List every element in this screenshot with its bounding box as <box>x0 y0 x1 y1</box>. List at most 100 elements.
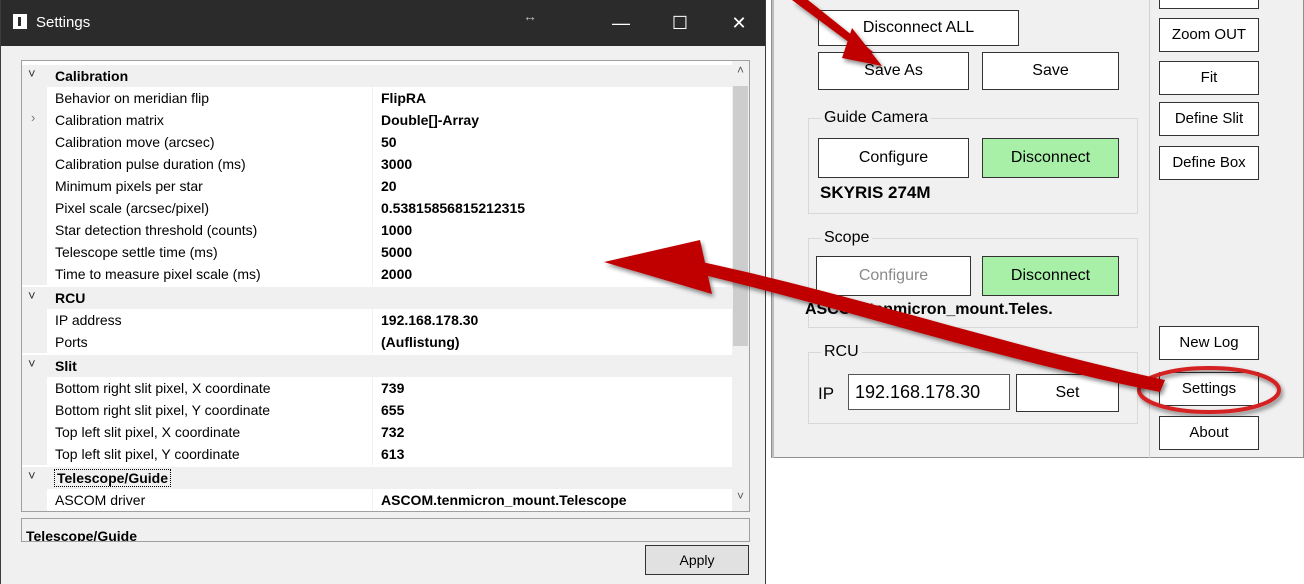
property-row[interactable]: Telescope settle time (ms) 5000 <box>22 241 732 263</box>
property-value[interactable]: Double[]-Array <box>381 112 479 128</box>
property-value[interactable]: 0.53815856815212315 <box>381 200 525 216</box>
disconnect-all-button[interactable]: Disconnect ALL <box>818 10 1019 46</box>
property-name: Bottom right slit pixel, X coordinate <box>55 380 271 396</box>
scroll-thumb[interactable] <box>733 86 748 346</box>
property-name: IP address <box>55 312 122 328</box>
property-row[interactable]: Star detection threshold (counts) 1000 <box>22 219 732 241</box>
property-value[interactable]: 2000 <box>381 266 412 282</box>
save-button[interactable]: Save <box>982 52 1119 90</box>
main-panel: Disconnect ALL Save As Save Guide Camera… <box>771 0 1304 458</box>
property-row[interactable]: Ports (Auflistung) <box>22 331 732 353</box>
title-bar[interactable]: Settings ↔ — ☐ ✕ <box>1 0 765 46</box>
property-row[interactable]: Pixel scale (arcsec/pixel) 0.53815856815… <box>22 197 732 219</box>
property-name: Pixel scale (arcsec/pixel) <box>55 200 210 216</box>
minimize-button[interactable]: — <box>599 8 643 38</box>
property-value[interactable]: 739 <box>381 380 404 396</box>
property-name: Telescope settle time (ms) <box>55 244 218 260</box>
property-value[interactable]: 732 <box>381 424 404 440</box>
property-value[interactable]: ASCOM.tenmicron_mount.Telescope <box>381 492 627 508</box>
property-name: Time to measure pixel scale (ms) <box>55 266 261 282</box>
description-title: Telescope/Guide <box>26 528 137 542</box>
camera-configure-button[interactable]: Configure <box>818 138 969 178</box>
camera-disconnect-button[interactable]: Disconnect <box>982 138 1119 178</box>
property-row[interactable]: Bottom right slit pixel, X coordinate 73… <box>22 377 732 399</box>
scroll-down-icon[interactable]: ˅ <box>732 489 749 503</box>
property-row[interactable]: › Calibration matrix Double[]-Array <box>22 109 732 131</box>
group-label: Guide Camera <box>821 109 932 127</box>
property-row[interactable]: Top left slit pixel, X coordinate 732 <box>22 421 732 443</box>
scope-disconnect-button[interactable]: Disconnect <box>982 256 1119 296</box>
property-value[interactable]: 1000 <box>381 222 412 238</box>
camera-name: SKYRIS 274M <box>820 183 931 202</box>
property-row[interactable]: Top left slit pixel, Y coordinate 613 <box>22 443 732 465</box>
save-as-button[interactable]: Save As <box>818 52 969 90</box>
category-label: Calibration <box>55 68 129 84</box>
description-panel: Telescope/Guide <box>21 518 750 542</box>
property-name: Calibration move (arcsec) <box>55 134 215 150</box>
settings-window: Settings ↔ — ☐ ✕ ˅ Calibration Behavior … <box>0 0 766 584</box>
collapse-icon[interactable]: ˅ <box>28 288 36 303</box>
property-row[interactable]: Bottom right slit pixel, Y coordinate 65… <box>22 399 732 421</box>
vertical-scrollbar[interactable]: ˄ ˅ <box>732 61 749 511</box>
property-value[interactable]: (Auflistung) <box>381 334 460 350</box>
category-telescope-guide[interactable]: ˅ Telescope/Guide <box>22 467 732 489</box>
property-value[interactable]: 50 <box>381 134 397 150</box>
collapse-icon[interactable]: ˅ <box>28 66 36 81</box>
property-row[interactable]: Behavior on meridian flip FlipRA <box>22 87 732 109</box>
category-slit[interactable]: ˅ Slit <box>22 355 732 377</box>
ip-label: IP <box>818 384 835 403</box>
property-name: Bottom right slit pixel, Y coordinate <box>55 402 271 418</box>
apply-button[interactable]: Apply <box>645 545 749 575</box>
property-value[interactable]: 20 <box>381 178 397 194</box>
category-label: Telescope/Guide <box>54 469 171 487</box>
property-name: Behavior on meridian flip <box>55 90 210 106</box>
property-row[interactable]: Calibration move (arcsec) 50 <box>22 131 732 153</box>
settings-button[interactable]: Settings <box>1159 372 1259 406</box>
close-button[interactable]: ✕ <box>717 8 761 38</box>
collapse-icon[interactable]: ˅ <box>28 356 36 371</box>
property-row[interactable]: Minimum pixels per star 20 <box>22 175 732 197</box>
category-calibration[interactable]: ˅ Calibration <box>22 65 732 87</box>
define-box-button[interactable]: Define Box <box>1159 146 1259 180</box>
property-row[interactable]: ASCOM driver ASCOM.tenmicron_mount.Teles… <box>22 489 732 511</box>
property-name: Calibration matrix <box>55 112 164 128</box>
category-label: RCU <box>55 290 86 306</box>
maximize-button[interactable]: ☐ <box>658 8 702 38</box>
fit-button[interactable]: Fit <box>1159 61 1259 95</box>
property-row[interactable]: Time to measure pixel scale (ms) 2000 <box>22 263 732 285</box>
property-value[interactable]: 192.168.178.30 <box>381 312 478 328</box>
resize-cursor-icon: ↔ <box>523 8 537 24</box>
property-row[interactable]: IP address 192.168.178.30 <box>22 309 732 331</box>
property-value[interactable]: 3000 <box>381 156 412 172</box>
property-value[interactable]: 655 <box>381 402 404 418</box>
new-log-button[interactable]: New Log <box>1159 326 1259 360</box>
category-label: Slit <box>55 358 77 374</box>
property-value[interactable]: 5000 <box>381 244 412 260</box>
property-name: Ports <box>55 334 88 350</box>
ip-input[interactable]: 192.168.178.30 <box>848 374 1010 410</box>
scope-configure-button[interactable]: Configure <box>816 256 971 296</box>
property-name: Calibration pulse duration (ms) <box>55 156 246 172</box>
collapse-icon[interactable]: ˅ <box>28 468 36 483</box>
property-name: ASCOM driver <box>55 492 146 508</box>
app-icon <box>13 14 27 29</box>
ip-set-button[interactable]: Set <box>1016 374 1119 412</box>
category-rcu[interactable]: ˅ RCU <box>22 287 732 309</box>
expand-icon[interactable]: › <box>31 110 35 125</box>
define-slit-button[interactable]: Define Slit <box>1159 102 1259 136</box>
zoom-in-button[interactable] <box>1159 0 1259 9</box>
scroll-up-icon[interactable]: ˄ <box>732 63 749 77</box>
scope-driver-name: ASCOM.tenmicron_mount.Teles. <box>805 301 1053 318</box>
property-value[interactable]: FlipRA <box>381 90 426 106</box>
zoom-out-button[interactable]: Zoom OUT <box>1159 18 1259 52</box>
property-row[interactable]: Calibration pulse duration (ms) 3000 <box>22 153 732 175</box>
group-label: RCU <box>821 343 862 361</box>
about-button[interactable]: About <box>1159 416 1259 450</box>
property-name: Top left slit pixel, X coordinate <box>55 424 241 440</box>
property-grid: ˅ Calibration Behavior on meridian flip … <box>21 60 750 512</box>
group-label: Scope <box>821 229 873 247</box>
property-name: Star detection threshold (counts) <box>55 222 258 238</box>
property-name: Minimum pixels per star <box>55 178 203 194</box>
property-value[interactable]: 613 <box>381 446 404 462</box>
property-name: Top left slit pixel, Y coordinate <box>55 446 240 462</box>
